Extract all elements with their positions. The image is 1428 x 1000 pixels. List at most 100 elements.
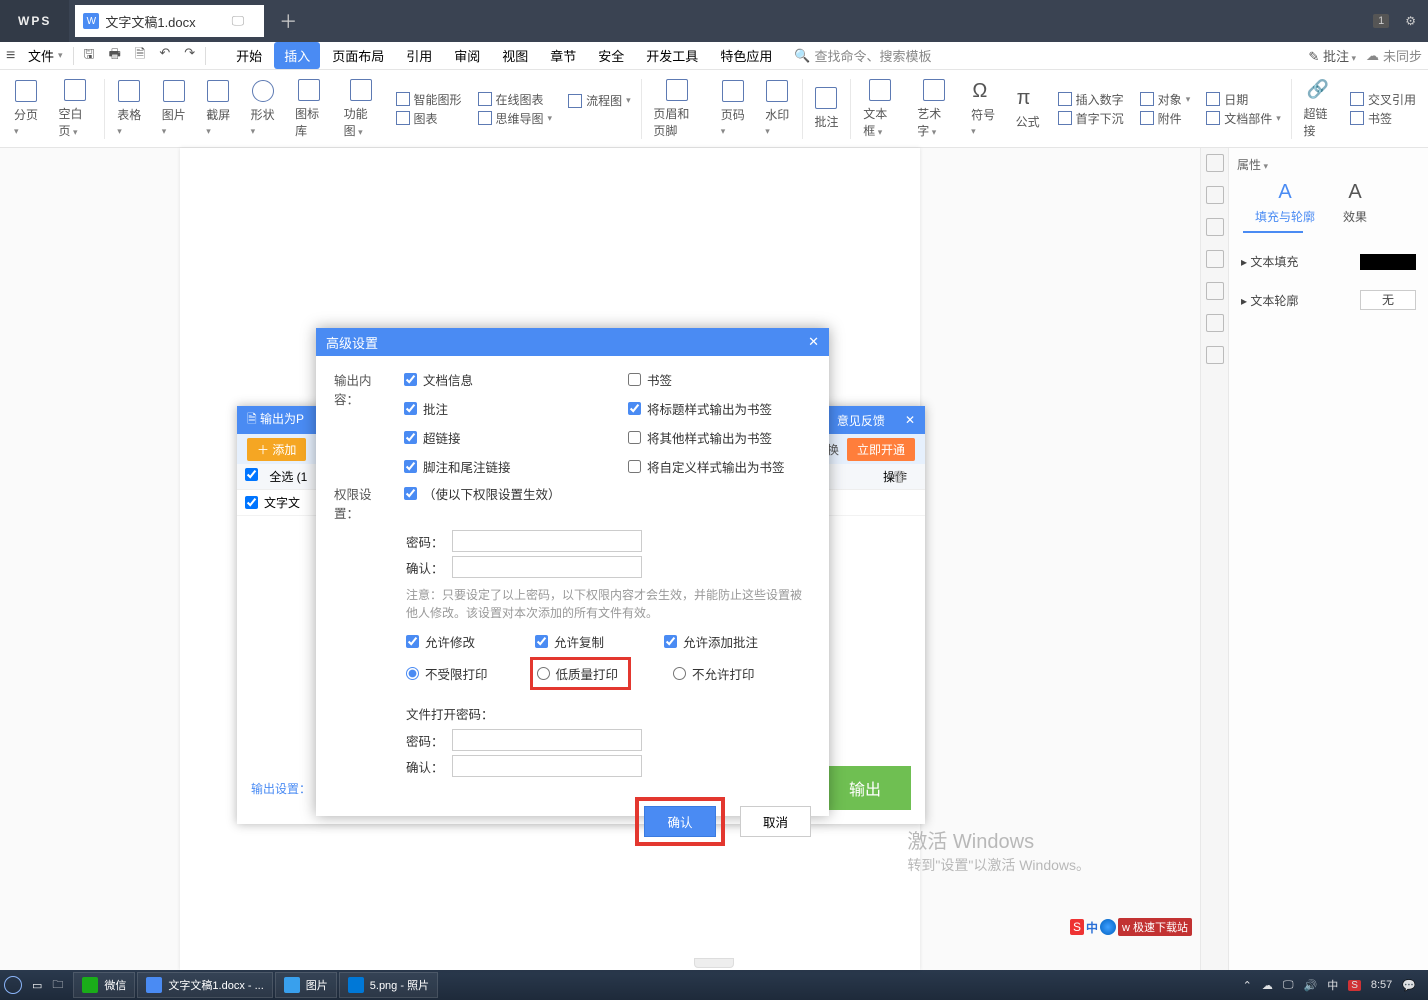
taskview-icon[interactable]: ▭: [32, 979, 42, 992]
rib-bookmark[interactable]: 书签: [1350, 110, 1416, 127]
perm-password-input[interactable]: [452, 530, 642, 552]
tray-ime[interactable]: 中: [1327, 977, 1338, 993]
start-button[interactable]: [4, 976, 22, 994]
prop-tab-effect[interactable]: A效果: [1343, 181, 1367, 225]
sidenav-item-1[interactable]: [1206, 154, 1224, 172]
taskbar-wechat[interactable]: 微信: [73, 972, 135, 998]
sidenav-item-3[interactable]: [1206, 218, 1224, 236]
tray-ime-badge[interactable]: S: [1348, 980, 1361, 991]
chk-allow-copy[interactable]: 允许复制: [535, 632, 604, 651]
sidenav-item-5[interactable]: [1206, 282, 1224, 300]
fill-swatch[interactable]: [1360, 254, 1416, 270]
new-tab-button[interactable]: ＋: [268, 8, 308, 34]
pdf-close-icon[interactable]: ✕: [905, 413, 915, 427]
tray-time[interactable]: 8:57: [1371, 979, 1392, 991]
text-outline-row[interactable]: ▸ 文本轮廓 无: [1237, 280, 1420, 320]
sidenav-item-6[interactable]: [1206, 314, 1224, 332]
chk-other-bookmark[interactable]: 将其他样式输出为书签: [628, 428, 828, 447]
sidenav-item-7[interactable]: [1206, 346, 1224, 364]
menu-start[interactable]: 开始: [226, 42, 272, 69]
chk-heading-bookmark[interactable]: 将标题样式输出为书签: [628, 399, 828, 418]
rib-picture[interactable]: 图片: [154, 76, 194, 141]
chk-bookmark[interactable]: 书签: [628, 370, 828, 389]
rib-insertnum[interactable]: 插入数字: [1058, 91, 1124, 108]
tab-monitor-icon[interactable]: 🖵: [232, 13, 245, 29]
chk-footnote-link[interactable]: 脚注和尾注链接: [404, 457, 604, 476]
perm-confirm-input[interactable]: [452, 556, 642, 578]
chk-comment[interactable]: 批注: [404, 399, 604, 418]
sync-status[interactable]: ☁ 未同步: [1366, 46, 1422, 65]
chk-allow-edit[interactable]: 允许修改: [406, 632, 475, 651]
settings-icon[interactable]: ⚙: [1405, 14, 1416, 28]
save-icon[interactable]: 🖫: [84, 45, 95, 67]
pdf-output-settings-link[interactable]: 输出设置：: [251, 780, 311, 797]
rib-funcchart[interactable]: 功能图: [336, 75, 386, 143]
rib-object[interactable]: 对象: [1140, 91, 1191, 108]
ok-button[interactable]: 确认: [644, 806, 715, 837]
rib-hyperlink[interactable]: 🔗超链接: [1296, 75, 1340, 143]
cancel-button[interactable]: 取消: [740, 806, 811, 837]
rib-smartart[interactable]: 智能图形: [396, 91, 462, 108]
notification-badge[interactable]: 1: [1373, 14, 1389, 28]
prop-tab-fill[interactable]: A填充与轮廓: [1255, 181, 1315, 225]
tray-up-icon[interactable]: ⌃: [1243, 979, 1252, 992]
redo-icon[interactable]: ↷: [184, 45, 195, 67]
annotate-dropdown[interactable]: ✎ 批注: [1308, 46, 1356, 65]
tray-screen-icon[interactable]: 🖵: [1283, 979, 1294, 992]
adv-close-icon[interactable]: ✕: [808, 334, 819, 350]
rib-table[interactable]: 表格: [109, 76, 149, 141]
rib-dropcap[interactable]: 首字下沉: [1058, 110, 1124, 127]
rib-iconlib[interactable]: 图标库: [287, 75, 331, 143]
pdf-add-button[interactable]: ＋ 添加: [247, 438, 306, 461]
pdf-delete-icon[interactable]: 🗑: [892, 470, 907, 484]
chk-enable-perm[interactable]: （使以下权限设置生效）: [404, 484, 561, 503]
pdf-open-now[interactable]: 立即开通: [847, 438, 915, 461]
chk-allow-annotate[interactable]: 允许添加批注: [664, 632, 758, 651]
rib-symbol[interactable]: Ω符号: [963, 76, 1003, 141]
open-confirm-input[interactable]: [452, 755, 642, 777]
explorer-icon[interactable]: 🗀: [52, 976, 63, 995]
menu-insert[interactable]: 插入: [274, 42, 320, 69]
properties-title[interactable]: 属性: [1237, 156, 1420, 173]
rib-pagebreak[interactable]: 分页: [6, 76, 46, 141]
rad-print-lowq[interactable]: 低质量打印: [537, 664, 619, 683]
menu-security[interactable]: 安全: [588, 42, 634, 69]
text-fill-row[interactable]: ▸ 文本填充: [1237, 243, 1420, 280]
outline-none[interactable]: 无: [1360, 290, 1416, 310]
taskbar-photos[interactable]: 5.png - 照片: [339, 972, 438, 998]
rib-watermark[interactable]: 水印: [757, 76, 797, 141]
rib-onlinechart[interactable]: 在线图表: [478, 91, 553, 108]
undo-icon[interactable]: ↶: [159, 45, 170, 67]
chk-hyperlink[interactable]: 超链接: [404, 428, 604, 447]
rib-textbox[interactable]: 文本框: [855, 75, 905, 143]
panel-collapse-handle[interactable]: [694, 958, 734, 968]
rib-headerfooter[interactable]: 页眉和页脚: [645, 75, 708, 143]
document-canvas[interactable]: 🗎 输出为P 意见反馈 ✕ ＋ 添加 换 立即开通 全选 (1 操作 文字文 🗑: [0, 148, 1200, 970]
taskbar-wps[interactable]: 文字文稿1.docx - ...: [137, 972, 272, 998]
rib-flowchart[interactable]: 流程图: [568, 92, 631, 109]
wps-logo[interactable]: WPS: [0, 0, 69, 42]
document-tab[interactable]: W 文字文稿1.docx 🖵: [75, 5, 264, 37]
chk-custom-bookmark[interactable]: 将自定义样式输出为书签: [628, 457, 828, 476]
menu-devtools[interactable]: 开发工具: [636, 42, 708, 69]
rib-equation[interactable]: π公式: [1008, 83, 1048, 134]
chk-docinfo[interactable]: 文档信息: [404, 370, 604, 389]
rib-mindmap[interactable]: 思维导图: [478, 110, 553, 127]
menu-special[interactable]: 特色应用: [710, 42, 782, 69]
open-password-input[interactable]: [452, 729, 642, 751]
taskbar-pictures[interactable]: 图片: [275, 972, 337, 998]
pdf-row-check[interactable]: [245, 496, 258, 509]
rad-print-none[interactable]: 不允许打印: [673, 657, 755, 690]
print-icon[interactable]: 🖶: [109, 45, 121, 67]
tray-cloud-icon[interactable]: ☁: [1262, 979, 1273, 992]
rib-chart[interactable]: 图表: [396, 110, 462, 127]
tray-volume-icon[interactable]: 🔊: [1304, 979, 1318, 992]
pdf-output-button[interactable]: 输出: [819, 766, 911, 810]
hamburger-icon[interactable]: [6, 47, 20, 65]
print-preview-icon[interactable]: 🗎: [135, 45, 145, 67]
rad-print-unlimited[interactable]: 不受限打印: [406, 657, 488, 690]
pdf-feedback-link[interactable]: 意见反馈: [837, 412, 885, 429]
rib-docparts[interactable]: 文档部件: [1206, 110, 1281, 127]
menu-review[interactable]: 审阅: [444, 42, 490, 69]
rib-pagenum[interactable]: 页码: [713, 76, 753, 141]
